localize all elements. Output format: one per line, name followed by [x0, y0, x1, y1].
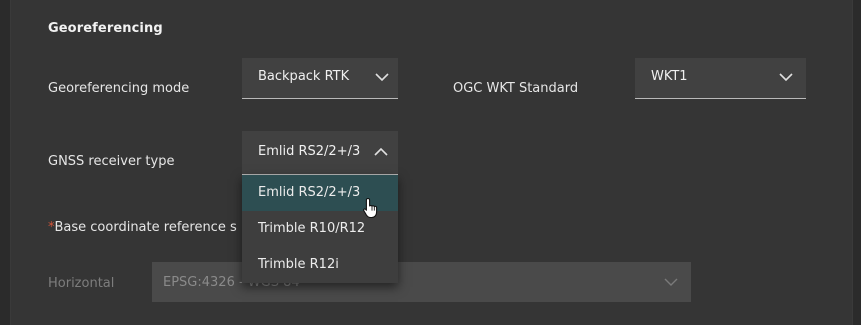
horizontal-crs-select[interactable]: EPSG:4326 - WGS 84 [152, 262, 691, 302]
gnss-option-label: Emlid RS2/2+/3 [258, 185, 361, 200]
chevron-up-icon [374, 147, 388, 156]
ogc-wkt-standard-value: WKT1 [651, 69, 688, 84]
ogc-wkt-standard-label: OGC WKT Standard [453, 81, 579, 96]
base-crs-label-text: Base coordinate reference s [54, 220, 237, 235]
hand-pointer-cursor-icon [363, 197, 378, 219]
chevron-down-icon [375, 73, 389, 82]
chevron-down-icon [664, 278, 678, 286]
section-title: Georeferencing [48, 21, 163, 36]
georeferencing-mode-value: Backpack RTK [258, 69, 350, 84]
gnss-receiver-type-select[interactable]: Emlid RS2/2+/3 [242, 131, 398, 175]
georeferencing-mode-select[interactable]: Backpack RTK [242, 58, 398, 99]
gnss-receiver-type-label: GNSS receiver type [48, 154, 175, 169]
chevron-down-icon [779, 73, 793, 82]
gnss-receiver-dropdown: Emlid RS2/2+/3 Trimble R10/R12 Trimble R… [242, 175, 398, 283]
gnss-option-label: Trimble R12i [258, 257, 339, 272]
base-crs-label: *Base coordinate reference s [48, 220, 237, 235]
georeferencing-mode-label: Georeferencing mode [48, 81, 190, 96]
gnss-receiver-type-value: Emlid RS2/2+/3 [258, 144, 361, 159]
gnss-option-trimble-r12i[interactable]: Trimble R12i [242, 247, 398, 283]
georeferencing-panel: Georeferencing Georeferencing mode Backp… [10, 0, 853, 325]
ogc-wkt-standard-select[interactable]: WKT1 [635, 58, 806, 99]
horizontal-label: Horizontal [48, 276, 115, 291]
gnss-option-label: Trimble R10/R12 [258, 221, 366, 236]
